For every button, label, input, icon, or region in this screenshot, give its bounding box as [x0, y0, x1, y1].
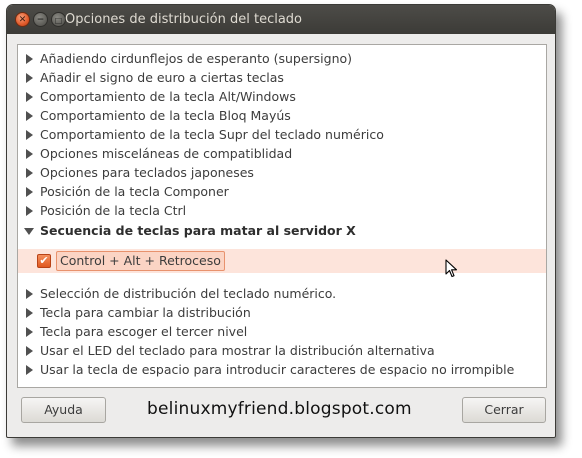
expander-collapsed-icon[interactable] — [26, 54, 33, 64]
tree-item-label: Comportamiento de la tecla Supr del tecl… — [40, 127, 384, 142]
option-label[interactable]: Control + Alt + Retroceso — [56, 251, 225, 271]
tree-item-label: Opciones misceláneas de compatiblidad — [40, 146, 293, 161]
tree-item-label: Tecla para escoger el tercer nivel — [40, 324, 248, 339]
expander-collapsed-icon[interactable] — [26, 365, 33, 375]
expander-collapsed-icon[interactable] — [26, 327, 33, 337]
tree-item[interactable]: Comportamiento de la tecla Supr del tecl… — [18, 126, 546, 145]
tree-item-label: Opciones para teclados japoneses — [40, 165, 254, 180]
minimize-window-icon[interactable]: − — [33, 12, 48, 27]
tree-item-label: Usar el LED del teclado para mostrar la … — [40, 343, 435, 358]
expander-collapsed-icon[interactable] — [26, 308, 33, 318]
expander-collapsed-icon[interactable] — [26, 346, 33, 356]
tree-item[interactable]: Tecla para escoger el tercer nivel — [18, 323, 546, 342]
close-window-icon[interactable]: ✕ — [15, 12, 30, 27]
tree-item[interactable]: Posición de la tecla Ctrl — [18, 202, 546, 221]
tree-item-label: Comportamiento de la tecla Alt/Windows — [40, 89, 296, 104]
tree-item-label: Posición de la tecla Componer — [40, 184, 229, 199]
tree-item[interactable]: Posición de la tecla Componer — [18, 183, 546, 202]
tree-item[interactable]: Tecla para cambiar la distribución — [18, 304, 546, 323]
mouse-pointer-icon — [445, 259, 458, 278]
tree-item[interactable]: Comportamiento de la tecla Alt/Windows — [18, 88, 546, 107]
tree-item-label: Secuencia de teclas para matar al servid… — [40, 223, 356, 238]
expander-collapsed-icon[interactable] — [26, 92, 33, 102]
tree-item-expanded[interactable]: Secuencia de teclas para matar al servid… — [18, 222, 546, 241]
dialog-window: ✕ − □ Opciones de distribución del tecla… — [6, 4, 556, 438]
expander-collapsed-icon[interactable] — [26, 130, 33, 140]
title-bar[interactable]: ✕ − □ Opciones de distribución del tecla… — [7, 5, 555, 34]
options-tree[interactable]: Añadiendo cirdunflejos de esperanto (sup… — [17, 44, 547, 388]
expander-expanded-icon[interactable] — [24, 228, 34, 235]
selected-option-row[interactable]: ✔ Control + Alt + Retroceso — [18, 249, 546, 278]
expander-collapsed-icon[interactable] — [26, 73, 33, 83]
expander-collapsed-icon[interactable] — [26, 187, 33, 197]
tree-item[interactable]: Selección de distribución del teclado nu… — [18, 285, 546, 304]
maximize-window-icon[interactable]: □ — [51, 12, 66, 27]
tree-item-label: Añadiendo cirdunflejos de esperanto (sup… — [40, 51, 353, 66]
tree-item-label: Comportamiento de la tecla Bloq Mayús — [40, 108, 291, 123]
tree-item-label: Usar la tecla de espacio para introducir… — [40, 362, 515, 377]
watermark-text: belinuxmyfriend.blogspot.com — [147, 399, 412, 419]
expander-collapsed-icon[interactable] — [26, 149, 33, 159]
help-button[interactable]: Ayuda — [21, 397, 106, 423]
expander-collapsed-icon[interactable] — [26, 206, 33, 216]
tree-item[interactable]: Añadiendo cirdunflejos de esperanto (sup… — [18, 50, 546, 69]
tree-item-label: Selección de distribución del teclado nu… — [40, 286, 337, 301]
close-button[interactable]: Cerrar — [462, 397, 546, 423]
expander-collapsed-icon[interactable] — [26, 289, 33, 299]
window-title: Opciones de distribución del teclado — [65, 12, 303, 27]
tree-item[interactable]: Comportamiento de la tecla Bloq Mayús — [18, 107, 546, 126]
tree-item[interactable]: Añadir el signo de euro a ciertas teclas — [18, 69, 546, 88]
tree-item-label: Tecla para cambiar la distribución — [40, 305, 251, 320]
tree-item-label: Posición de la tecla Ctrl — [40, 203, 187, 218]
tree-item[interactable]: Usar la tecla de espacio para introducir… — [18, 361, 546, 380]
tree-item-label: Añadir el signo de euro a ciertas teclas — [40, 70, 284, 85]
expander-collapsed-icon[interactable] — [26, 168, 33, 178]
option-checkbox[interactable]: ✔ — [37, 254, 51, 268]
expander-collapsed-icon[interactable] — [26, 111, 33, 121]
tree-item[interactable]: Usar el LED del teclado para mostrar la … — [18, 342, 546, 361]
tree-item[interactable]: Opciones para teclados japoneses — [18, 164, 546, 183]
tree-item[interactable]: Opciones misceláneas de compatiblidad — [18, 145, 546, 164]
